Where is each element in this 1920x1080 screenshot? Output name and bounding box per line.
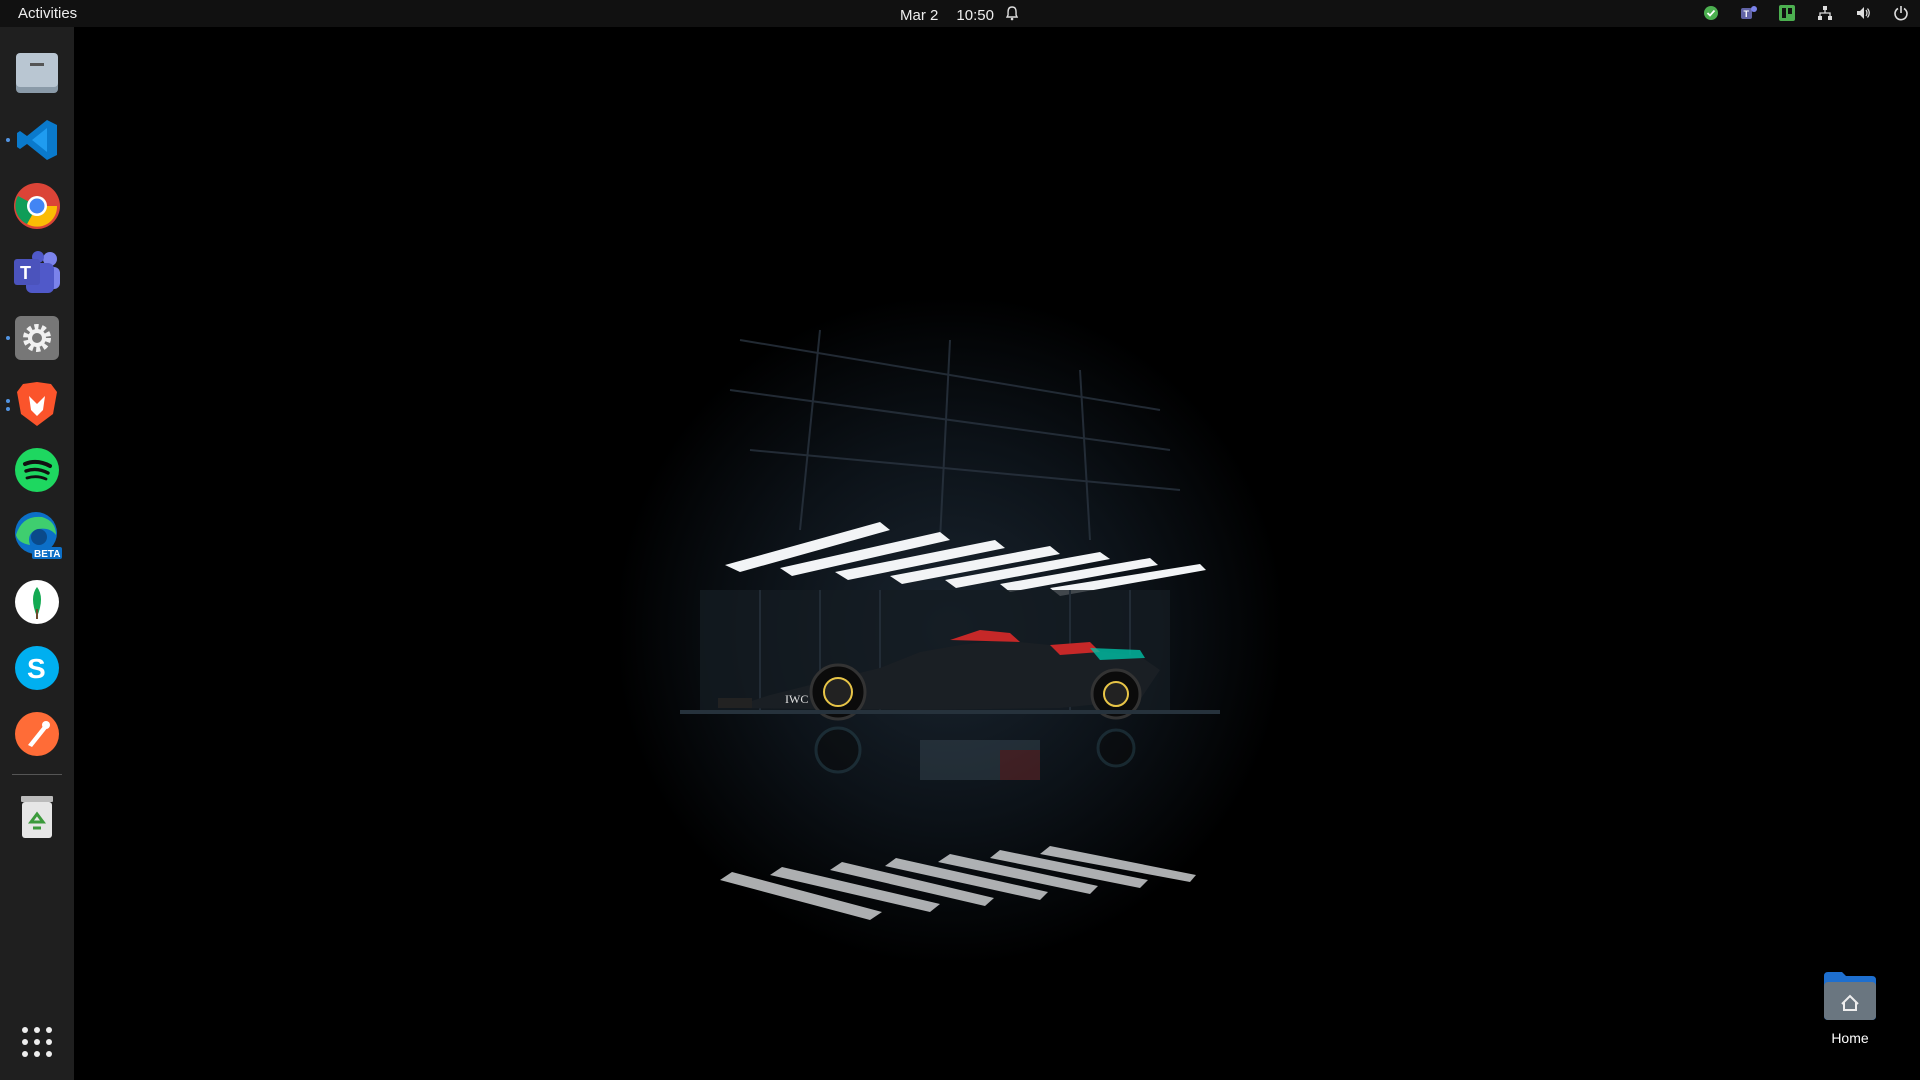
files-icon xyxy=(16,53,58,93)
status-check-icon[interactable] xyxy=(1702,4,1720,22)
dock-edge-beta[interactable]: BETA xyxy=(12,511,62,561)
svg-text:S: S xyxy=(27,653,46,684)
show-applications-button[interactable] xyxy=(12,1017,62,1067)
system-tray: T xyxy=(1702,4,1910,22)
edge-beta-icon: BETA xyxy=(15,512,62,560)
settings-icon xyxy=(15,316,59,360)
notification-bell-icon xyxy=(1004,5,1020,25)
running-indicator xyxy=(6,407,10,411)
clock-time: 10:50 xyxy=(956,6,994,24)
wallpaper-f1-car-image: IWC xyxy=(680,329,1220,920)
power-icon[interactable] xyxy=(1892,4,1910,22)
svg-text:T: T xyxy=(20,263,31,283)
svg-text:IWC: IWC xyxy=(785,692,808,706)
dock-mongodb-compass[interactable] xyxy=(12,577,62,627)
network-icon[interactable] xyxy=(1816,4,1834,22)
brave-icon xyxy=(17,382,57,426)
trello-tray-icon[interactable] xyxy=(1778,4,1796,22)
running-indicator xyxy=(6,336,10,340)
app-grid-icon xyxy=(22,1027,52,1057)
dock-files[interactable] xyxy=(12,48,62,98)
dock-brave[interactable] xyxy=(12,379,62,429)
clock-button[interactable]: Mar 2 10:50 xyxy=(900,5,1020,25)
dock: T BETA S xyxy=(0,27,74,1080)
top-bar: Activities Mar 2 10:50 T xyxy=(0,0,1920,27)
clock-date: Mar 2 xyxy=(900,6,939,24)
dock-teams[interactable]: T xyxy=(12,247,62,297)
teams-icon: T xyxy=(14,251,60,293)
activities-button[interactable]: Activities xyxy=(18,5,77,22)
teams-tray-icon[interactable]: T xyxy=(1740,4,1758,22)
desktop-wallpaper: IWC xyxy=(620,300,1280,960)
spotify-icon xyxy=(15,448,59,492)
dock-settings[interactable] xyxy=(12,313,62,363)
dock-postman[interactable] xyxy=(12,709,62,759)
dock-vscode[interactable] xyxy=(12,115,62,165)
mongodb-icon xyxy=(15,580,59,624)
skype-icon: S xyxy=(15,646,59,690)
dock-spotify[interactable] xyxy=(12,445,62,495)
vscode-icon xyxy=(17,120,57,160)
edge-beta-badge: BETA xyxy=(34,549,60,560)
postman-icon xyxy=(15,712,59,756)
dock-separator xyxy=(12,774,62,775)
desktop-home-folder[interactable]: Home xyxy=(1810,970,1890,1046)
home-folder-icon xyxy=(1822,970,1878,1022)
volume-icon[interactable] xyxy=(1854,4,1872,22)
svg-text:T: T xyxy=(1744,9,1750,19)
trash-icon xyxy=(21,796,53,838)
dock-skype[interactable]: S xyxy=(12,643,62,693)
running-indicator xyxy=(6,399,10,403)
dock-trash[interactable] xyxy=(12,792,62,842)
home-folder-label: Home xyxy=(1831,1030,1869,1046)
running-indicator xyxy=(6,138,10,142)
chrome-icon xyxy=(14,183,60,229)
dock-chrome[interactable] xyxy=(12,181,62,231)
